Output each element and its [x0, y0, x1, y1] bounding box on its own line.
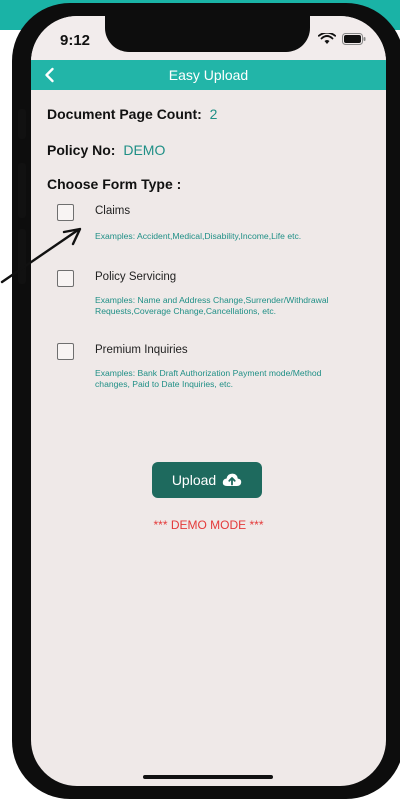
premium-inquiries-checkbox[interactable] — [57, 343, 74, 360]
nav-title: Easy Upload — [168, 67, 249, 83]
pointer-arrow-icon — [0, 227, 82, 284]
status-time: 9:12 — [60, 32, 91, 49]
battery-icon — [342, 33, 366, 45]
policy-number-label: Policy No: — [47, 142, 116, 158]
upload-label: Upload — [171, 472, 217, 488]
status-icons — [318, 33, 366, 45]
demo-mode-notice: *** DEMO MODE *** — [153, 518, 264, 532]
navigation-bar: Easy Upload — [31, 60, 386, 90]
premium-inquiries-examples: Examples: Bank Draft Authorization Payme… — [95, 368, 322, 389]
wifi-icon — [318, 33, 336, 44]
claims-checkbox[interactable] — [57, 204, 74, 221]
form-option-premium-inquiries[interactable]: Premium Inquiries Examples: Bank Draft A… — [57, 343, 377, 390]
form-option-claims[interactable]: Claims Examples: Accident,Medical,Disabi… — [57, 204, 377, 242]
claims-examples: Examples: Accident,Medical,Disability,In… — [95, 231, 302, 241]
content-area: Document Page Count: 2 Policy No: DEMO C… — [47, 106, 377, 390]
form-option-policy-servicing[interactable]: Policy Servicing Examples: Name and Addr… — [57, 270, 377, 317]
premium-inquiries-label: Premium Inquiries — [95, 344, 188, 356]
policy-servicing-label: Policy Servicing — [95, 271, 177, 283]
page-count-label: Document Page Count: — [47, 106, 202, 122]
mute-switch — [18, 109, 26, 139]
policy-servicing-examples: Examples: Name and Address Change,Surren… — [95, 295, 329, 316]
form-type-heading: Choose Form Type : — [47, 176, 182, 192]
notch — [105, 16, 310, 52]
page-count-value: 2 — [209, 106, 218, 122]
volume-up-button — [18, 163, 26, 218]
claims-label: Claims — [95, 205, 131, 217]
app-screen: 9:12 Easy Upload Document Page Count: 2 — [31, 16, 386, 786]
status-bar: 9:12 — [31, 16, 386, 60]
policy-number-row: Policy No: DEMO — [47, 142, 377, 178]
policy-number-value: DEMO — [123, 142, 166, 158]
upload-button[interactable]: Upload — [152, 462, 262, 498]
document-page-count-row: Document Page Count: 2 — [47, 106, 377, 142]
home-indicator — [143, 775, 273, 779]
cloud-upload-icon — [222, 473, 242, 486]
